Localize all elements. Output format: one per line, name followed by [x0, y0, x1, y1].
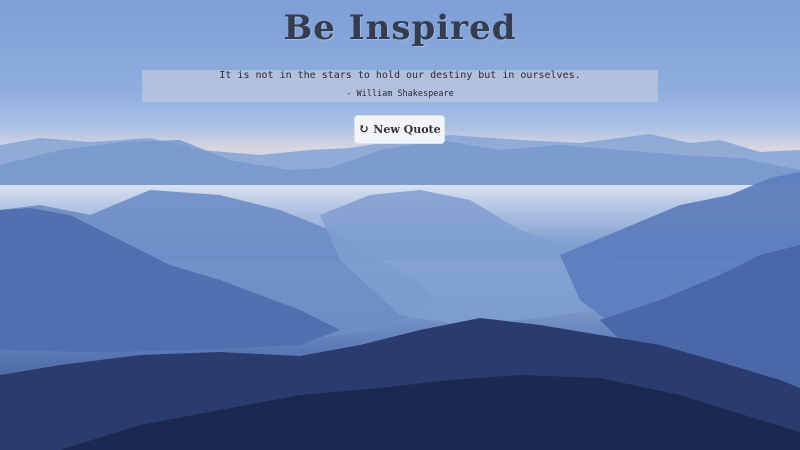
mountain-landscape-background [0, 134, 800, 450]
new-quote-label: New Quote [373, 123, 441, 136]
new-quote-button[interactable]: ↻ New Quote [354, 115, 445, 144]
refresh-icon: ↻ [358, 122, 370, 137]
quote-author: - William Shakespeare [346, 89, 454, 99]
quote-text: It is not in the stars to hold our desti… [219, 70, 581, 81]
quote-box: It is not in the stars to hold our desti… [142, 70, 658, 102]
page-title: Be Inspired [283, 8, 517, 48]
